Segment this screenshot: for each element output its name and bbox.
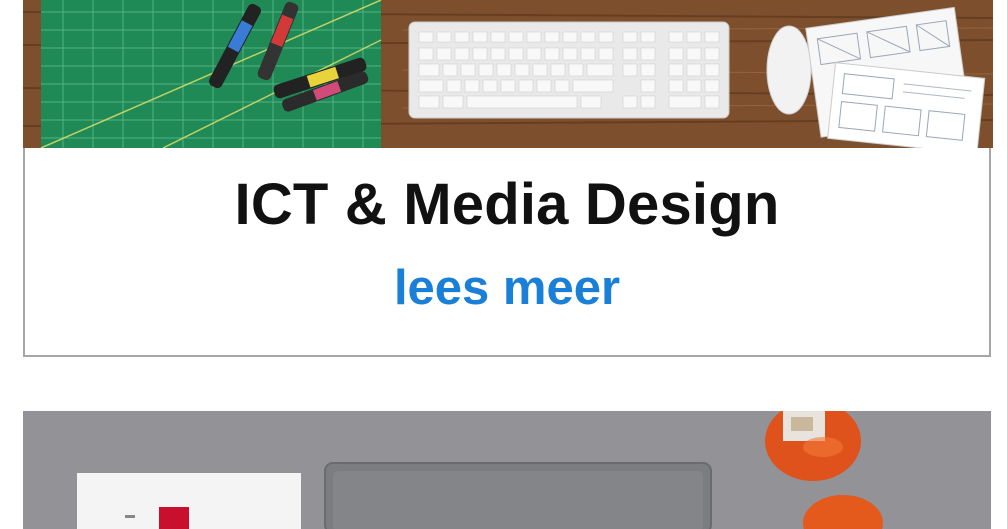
course-card-ict-media-design[interactable]: ICT & Media Design lees meer <box>23 0 993 357</box>
course-title: ICT & Media Design <box>234 172 780 237</box>
desk-laptop-illustration <box>23 411 991 529</box>
course-card-image[interactable] <box>23 411 991 529</box>
read-more-link[interactable]: lees meer <box>25 258 989 318</box>
page: ICT & Media Design lees meer <box>0 0 1007 529</box>
course-card-body: ICT & Media Design lees meer <box>25 148 989 355</box>
desk-illustration <box>23 0 993 148</box>
course-card-image[interactable] <box>23 0 993 148</box>
course-card-2[interactable] <box>23 411 991 529</box>
